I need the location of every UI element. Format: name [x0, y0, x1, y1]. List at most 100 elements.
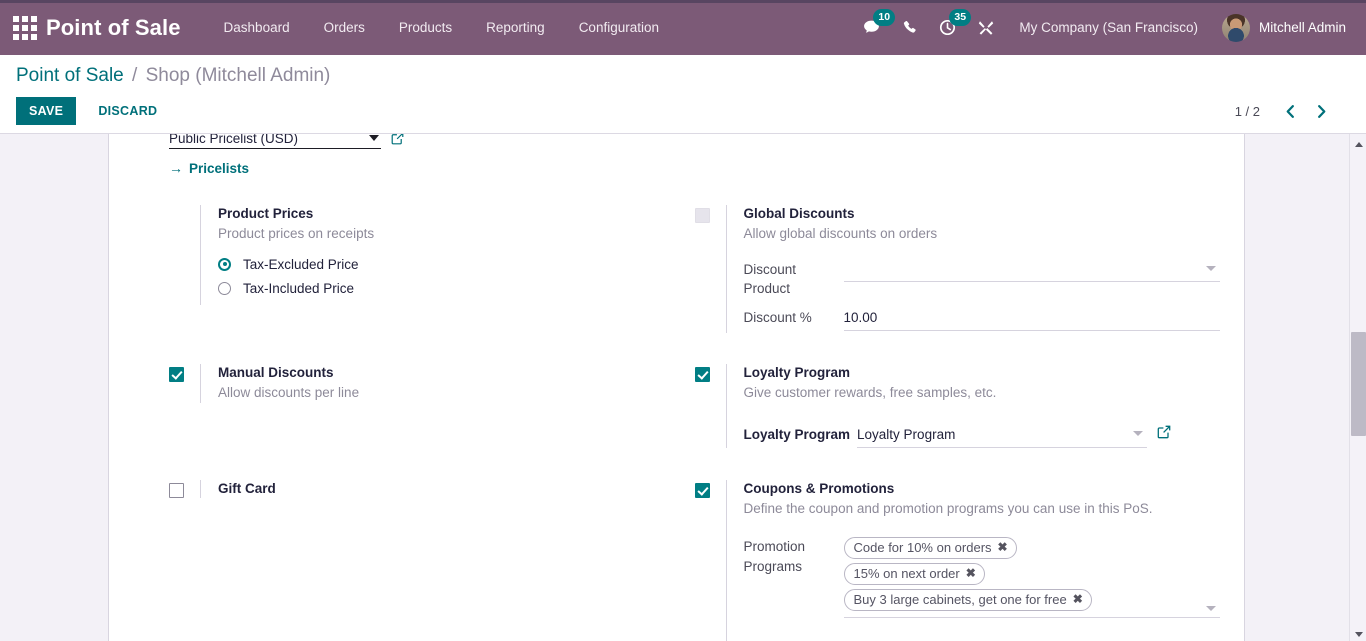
messages-menu[interactable]: 10: [852, 0, 896, 55]
manual-discounts-checkbox[interactable]: [169, 366, 184, 382]
control-panel-buttons: SAVE DISCARD 1 / 2: [16, 97, 1350, 125]
scroll-thumb[interactable]: [1351, 332, 1366, 436]
control-panel: Point of Sale / Shop (Mitchell Admin) SA…: [0, 55, 1366, 134]
tag-item[interactable]: Buy 3 large cabinets, get one for free ✖: [843, 589, 1092, 612]
radio-tax-included[interactable]: Tax-Included Price: [218, 281, 695, 296]
global-discounts-title: Global Discounts: [743, 206, 855, 221]
tag-label: Code for 10% on orders: [853, 540, 992, 556]
loyalty-program-value: Loyalty Program: [857, 426, 956, 442]
promotion-programs-input[interactable]: Code for 10% on orders ✖ 15% on next orde…: [843, 535, 1220, 619]
loyalty-program-title: Loyalty Program: [743, 364, 851, 380]
app-brand-title[interactable]: Point of Sale: [46, 15, 181, 41]
menu-item-dashboard[interactable]: Dashboard: [207, 0, 307, 55]
promotion-programs-line: Promotion Programs Code for 10% on order…: [743, 535, 1220, 619]
discard-button[interactable]: DISCARD: [84, 97, 171, 125]
user-name-label: Mitchell Admin: [1258, 20, 1346, 35]
radio-tax-included-input[interactable]: [218, 281, 231, 295]
coupons-promotions-help: Define the coupon and promotion programs…: [743, 500, 1153, 516]
user-menu[interactable]: Mitchell Admin: [1212, 0, 1352, 55]
tag-remove-icon[interactable]: ✖: [966, 565, 976, 582]
discount-percent-label: Discount %: [743, 309, 812, 325]
radio-tax-excluded[interactable]: Tax-Excluded Price: [218, 257, 695, 272]
global-discounts-fields: Discount Product Discount % 10.00: [743, 258, 1220, 331]
pager-next-button[interactable]: [1307, 102, 1336, 121]
setting-global-discounts: Global Discounts Allow global discounts …: [694, 201, 1220, 333]
arrow-right-icon: →: [169, 160, 183, 176]
setting-manual-discounts: Manual Discounts Allow discounts per lin…: [169, 360, 695, 448]
tag-item[interactable]: 15% on next order ✖: [843, 563, 985, 586]
loyalty-program-field-label: Loyalty Program: [743, 426, 851, 442]
loyalty-program-help: Give customer rewards, free samples, etc…: [743, 385, 997, 401]
tag-label: 15% on next order: [853, 566, 960, 582]
pricelists-link[interactable]: → Pricelists: [169, 160, 249, 176]
scroll-up-arrow[interactable]: [1350, 136, 1366, 153]
chevron-down-icon: [1206, 265, 1216, 271]
gift-card-title: Gift Card: [218, 480, 276, 496]
voip-phone-button[interactable]: [891, 0, 928, 55]
breadcrumb-root[interactable]: Point of Sale: [16, 65, 124, 86]
gift-card-checkbox[interactable]: [169, 482, 184, 498]
avatar: [1221, 13, 1250, 42]
chevron-down-icon: [1206, 606, 1216, 612]
loyalty-program-field-row: Loyalty Program Loyalty Program: [744, 423, 1221, 448]
manual-discounts-help: Allow discounts per line: [218, 385, 360, 401]
pricelists-link-label: Pricelists: [189, 160, 250, 176]
loyalty-program-checkbox[interactable]: [694, 366, 710, 382]
pricelist-internal-link-button[interactable]: [391, 134, 404, 148]
product-prices-radio-group: Tax-Excluded Price Tax-Included Price: [218, 257, 695, 296]
company-switcher[interactable]: My Company (San Francisco): [1005, 20, 1212, 35]
radio-tax-excluded-label: Tax-Excluded Price: [243, 256, 359, 272]
promotion-programs-label: Promotion Programs: [743, 539, 806, 575]
breadcrumb-separator: /: [132, 65, 138, 86]
coupons-promotions-checkbox[interactable]: [694, 482, 710, 498]
pager-previous-button[interactable]: [1276, 102, 1305, 121]
activities-menu[interactable]: 35: [928, 0, 972, 55]
menu-item-configuration[interactable]: Configuration: [562, 0, 676, 55]
discount-product-field-row: Discount Product: [743, 258, 1220, 299]
setting-coupons-promotions: Coupons & Promotions Define the coupon a…: [694, 476, 1220, 641]
tag-remove-icon[interactable]: ✖: [998, 539, 1008, 556]
settings-sheet: Public Pricelist (USD) → Pricelists Prod…: [108, 134, 1245, 641]
breadcrumb-current: Shop (Mitchell Admin): [145, 65, 331, 86]
radio-tax-excluded-input[interactable]: [218, 257, 231, 271]
tag-remove-icon[interactable]: ✖: [1073, 591, 1083, 608]
vertical-scrollbar[interactable]: [1349, 134, 1366, 641]
product-prices-title: Product Prices: [218, 206, 314, 221]
radio-tax-included-label: Tax-Included Price: [243, 280, 355, 296]
top-navbar: Point of Sale Dashboard Orders Products …: [0, 0, 1366, 55]
discount-product-input[interactable]: [843, 258, 1220, 282]
pager-counter: 1 / 2: [1234, 103, 1260, 119]
main-menu: Dashboard Orders Products Reporting Conf…: [207, 0, 676, 55]
global-discounts-checkbox[interactable]: [694, 208, 710, 223]
chevron-right-icon: [1315, 104, 1328, 119]
loyalty-program-internal-link-button[interactable]: [1157, 423, 1171, 442]
tag-label: Buy 3 large cabinets, get one for free: [853, 592, 1067, 608]
menu-item-products[interactable]: Products: [382, 0, 469, 55]
save-button[interactable]: SAVE: [16, 97, 77, 125]
setting-product-prices: Product Prices Product prices on receipt…: [169, 201, 695, 333]
pricelist-select[interactable]: Public Pricelist (USD): [169, 134, 381, 149]
pricelist-setting-row: Public Pricelist (USD) → Pricelists: [109, 134, 1244, 176]
promotion-programs-field-row: Promotion Programs Code for 10% on order…: [743, 535, 1220, 641]
discount-product-label: Discount Product: [743, 261, 797, 297]
discount-percent-value: 10.00: [843, 309, 878, 325]
apps-grid-icon[interactable]: [10, 13, 40, 43]
menu-item-reporting[interactable]: Reporting: [469, 0, 562, 55]
chevron-left-icon: [1284, 104, 1297, 119]
settings-rows: Product Prices Product prices on receipt…: [109, 201, 1244, 641]
external-link-icon: [1157, 425, 1171, 442]
developer-tools-menu[interactable]: [967, 0, 1005, 55]
main-content-area: Public Pricelist (USD) → Pricelists Prod…: [0, 134, 1366, 641]
setting-row-giftcard-coupons: Gift Card Coupons & Promotions Define th…: [169, 476, 1220, 641]
loyalty-program-input[interactable]: Loyalty Program: [857, 423, 1148, 448]
scroll-down-arrow[interactable]: [1350, 626, 1366, 641]
chevron-down-icon: [369, 135, 379, 141]
setting-gift-card: Gift Card: [169, 476, 695, 641]
coupons-promotions-title: Coupons & Promotions: [743, 480, 895, 496]
setting-row-manual-loyalty: Manual Discounts Allow discounts per lin…: [169, 360, 1220, 448]
discount-percent-input[interactable]: 10.00: [843, 306, 1220, 331]
setting-row-prices-discounts: Product Prices Product prices on receipt…: [169, 201, 1220, 333]
tag-item[interactable]: Code for 10% on orders ✖: [843, 537, 1017, 560]
menu-item-orders[interactable]: Orders: [307, 0, 382, 55]
breadcrumb: Point of Sale / Shop (Mitchell Admin): [16, 65, 1350, 87]
